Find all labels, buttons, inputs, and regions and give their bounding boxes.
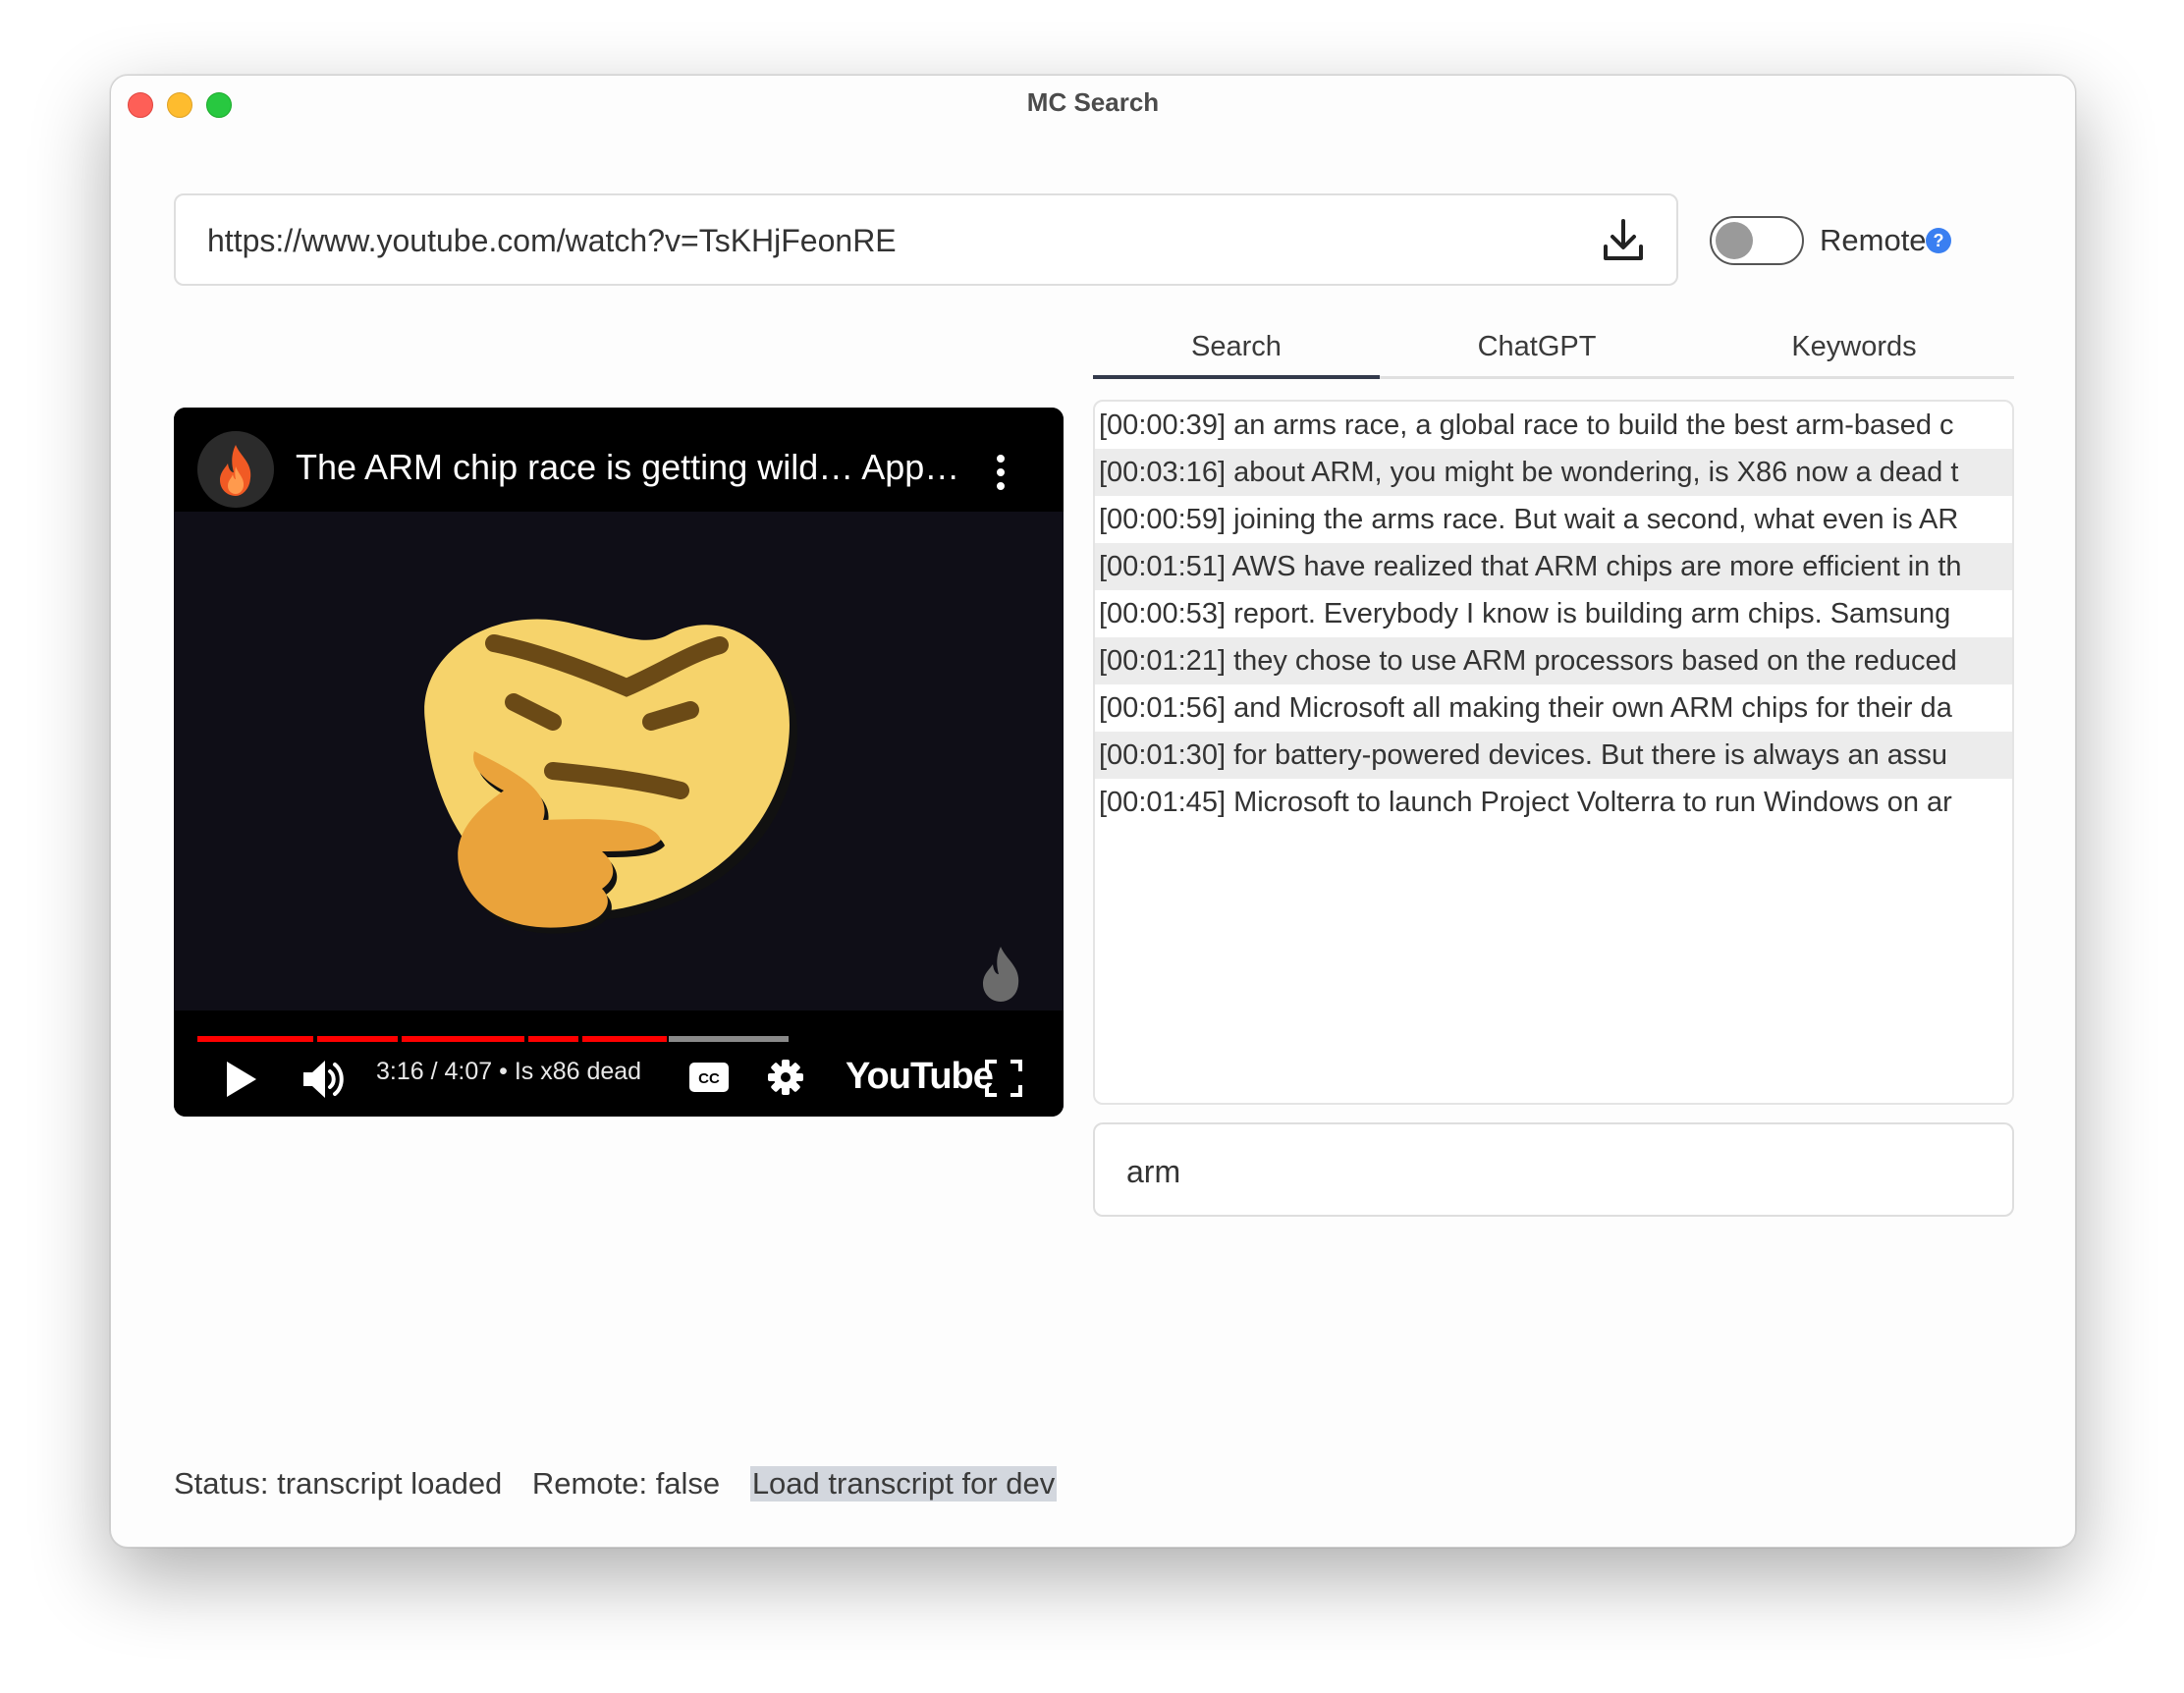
result-row[interactable]: [00:01:56] and Microsoft all making thei… <box>1095 684 2012 732</box>
time-display: 3:16 / 4:07 <box>376 1058 493 1085</box>
active-tab-indicator <box>1093 375 1380 379</box>
result-row[interactable]: [00:00:59] joining the arms race. But wa… <box>1095 496 2012 543</box>
youtube-logo[interactable]: YouTube <box>846 1056 994 1098</box>
result-row[interactable]: [00:00:53] report. Everybody I know is b… <box>1095 590 2012 637</box>
download-icon[interactable] <box>1598 215 1649 266</box>
chapter-segment[interactable] <box>197 1036 313 1042</box>
result-row[interactable]: [00:01:51] AWS have realized that ARM ch… <box>1095 543 2012 590</box>
help-icon[interactable]: ? <box>1926 228 1951 253</box>
result-text: about ARM, you might be wondering, is X8… <box>1233 457 1959 488</box>
result-text: and Microsoft all making their own ARM c… <box>1233 692 1952 724</box>
result-timestamp[interactable]: [00:01:51] <box>1099 551 1226 582</box>
svg-text:CC: CC <box>698 1070 720 1087</box>
video-title[interactable]: The ARM chip race is getting wild… App… <box>296 447 959 488</box>
result-timestamp[interactable]: [00:00:59] <box>1099 504 1226 535</box>
result-timestamp[interactable]: [00:00:39] <box>1099 410 1226 441</box>
chapter-segment[interactable] <box>582 1036 667 1042</box>
toggle-knob <box>1716 222 1753 259</box>
remote-label: Remote <box>1820 223 1927 257</box>
remote-status-text: Remote: false <box>531 1466 721 1501</box>
fire-icon <box>220 445 251 496</box>
player-header: The ARM chip race is getting wild… App… <box>174 408 1064 512</box>
result-timestamp[interactable]: [00:01:30] <box>1099 739 1226 771</box>
load-transcript-dev-button[interactable]: Load transcript for dev <box>749 1466 1058 1502</box>
result-row[interactable]: [00:01:45] Microsoft to launch Project V… <box>1095 779 2012 826</box>
result-row[interactable]: [00:01:30] for battery-powered devices. … <box>1095 732 2012 779</box>
chapter-segment[interactable] <box>528 1036 578 1042</box>
result-timestamp[interactable]: [00:03:16] <box>1099 457 1226 488</box>
time-readout: 3:16 / 4:07 • Is x86 dead <box>376 1058 641 1086</box>
chapter-segment[interactable] <box>317 1036 398 1042</box>
result-text: joining the arms race. But wait a second… <box>1233 504 1959 535</box>
result-text: they chose to use ARM processors based o… <box>1233 645 1957 677</box>
fullscreen-icon[interactable] <box>985 1060 1022 1097</box>
tab-bar: Search ChatGPT Keywords <box>1093 327 2014 379</box>
result-row[interactable]: [00:00:39] an arms race, a global race t… <box>1095 402 2012 449</box>
url-input[interactable]: https://www.youtube.com/watch?v=TsKHjFeo… <box>174 193 1678 286</box>
channel-watermark-icon[interactable] <box>969 943 1032 1006</box>
settings-gear-icon[interactable] <box>767 1059 804 1096</box>
result-row[interactable]: [00:01:21] they chose to use ARM process… <box>1095 637 2012 684</box>
result-text: for battery-powered devices. But there i… <box>1233 739 1948 771</box>
volume-icon[interactable] <box>301 1058 347 1101</box>
chapter-title[interactable]: Is x86 dead <box>515 1058 641 1085</box>
search-query-input[interactable]: arm <box>1093 1122 2014 1217</box>
more-vertical-icon[interactable] <box>997 455 1005 490</box>
result-row[interactable]: [00:03:16] about ARM, you might be wonde… <box>1095 449 2012 496</box>
separator-dot: • <box>499 1058 508 1085</box>
thinking-face-thumbnail <box>424 619 797 934</box>
url-input-value[interactable]: https://www.youtube.com/watch?v=TsKHjFeo… <box>207 223 897 259</box>
window-title: MC Search <box>1026 87 1160 117</box>
channel-avatar[interactable] <box>197 431 274 508</box>
status-bar: Status: transcript loaded Remote: false … <box>174 1466 1078 1502</box>
search-results-list[interactable]: [00:00:39] an arms race, a global race t… <box>1093 400 2014 1105</box>
video-player[interactable]: The ARM chip race is getting wild… App… <box>174 408 1064 1117</box>
result-timestamp[interactable]: [00:01:45] <box>1099 787 1226 818</box>
progress-bar[interactable] <box>197 1036 1040 1042</box>
chapter-segment[interactable] <box>669 1036 789 1042</box>
remote-toggle[interactable] <box>1710 216 1804 265</box>
search-query-value[interactable]: arm <box>1126 1154 1180 1190</box>
tab-search[interactable]: Search <box>1093 331 1380 363</box>
result-timestamp[interactable]: [00:00:53] <box>1099 598 1226 629</box>
captions-icon[interactable]: CC <box>688 1062 730 1093</box>
result-timestamp[interactable]: [00:01:56] <box>1099 692 1226 724</box>
result-text: report. Everybody I know is building arm… <box>1233 598 1951 629</box>
chapter-segment[interactable] <box>402 1036 524 1042</box>
result-timestamp[interactable]: [00:01:21] <box>1099 645 1226 677</box>
result-text: Microsoft to launch Project Volterra to … <box>1233 787 1952 818</box>
result-text: AWS have realized that ARM chips are mor… <box>1231 551 1962 582</box>
app-window: MC Search https://www.youtube.com/watch?… <box>110 75 2076 1548</box>
status-text: Status: transcript loaded <box>174 1466 503 1501</box>
tab-chatgpt[interactable]: ChatGPT <box>1380 331 1694 363</box>
title-bar: MC Search <box>111 76 2075 131</box>
play-icon[interactable] <box>225 1060 258 1099</box>
tab-keywords[interactable]: Keywords <box>1694 331 2014 363</box>
player-controls: 3:16 / 4:07 • Is x86 dead CC YouTube <box>174 1010 1064 1117</box>
result-text: an arms race, a global race to build the… <box>1233 410 1954 441</box>
